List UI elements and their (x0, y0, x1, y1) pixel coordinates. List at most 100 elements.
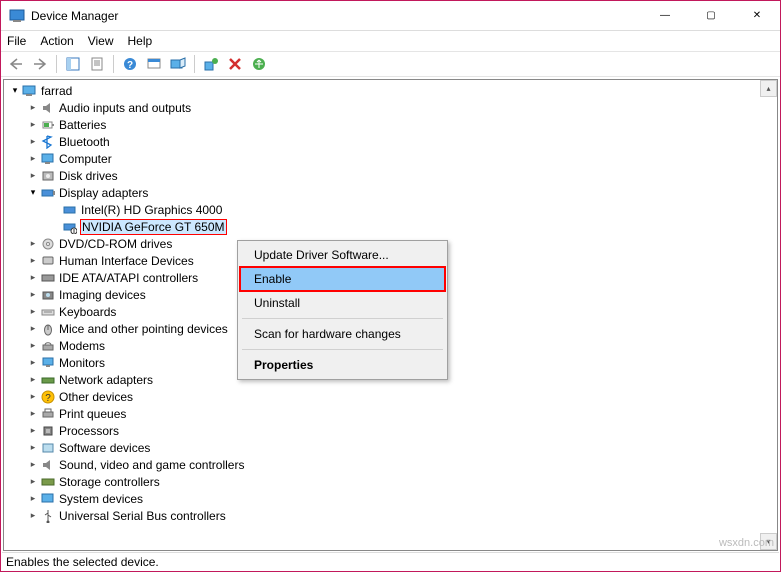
expand-icon[interactable]: ▸ (26, 373, 40, 387)
tree-item[interactable]: ▸ Storage controllers (4, 473, 777, 490)
tree-item-label: Universal Serial Bus controllers (58, 509, 227, 523)
properties-button[interactable] (86, 53, 108, 75)
expand-spacer (48, 220, 62, 234)
audio-icon (40, 100, 56, 116)
scan-hardware-button[interactable] (167, 53, 189, 75)
menu-file[interactable]: File (7, 34, 26, 48)
status-text: Enables the selected device. (6, 555, 159, 569)
tree-item[interactable]: ▸ Bluetooth (4, 133, 777, 150)
display-adapter-icon (62, 202, 78, 218)
expand-icon[interactable]: ▸ (26, 475, 40, 489)
ctx-enable[interactable]: Enable (239, 266, 446, 292)
ctx-scan[interactable]: Scan for hardware changes (240, 322, 445, 346)
tree-item-label: Intel(R) HD Graphics 4000 (80, 203, 223, 217)
svg-text:?: ? (127, 60, 133, 71)
window-title: Device Manager (31, 9, 642, 23)
expand-icon[interactable]: ▸ (26, 288, 40, 302)
enable-device-button[interactable] (200, 53, 222, 75)
keyboard-icon (40, 304, 56, 320)
help-button[interactable]: ? (119, 53, 141, 75)
expand-icon[interactable]: ▸ (26, 424, 40, 438)
tree-item-label: Processors (58, 424, 120, 438)
expand-icon[interactable]: ▸ (26, 407, 40, 421)
expand-icon[interactable]: ▸ (26, 492, 40, 506)
expand-spacer (48, 203, 62, 217)
update-driver-button[interactable] (248, 53, 270, 75)
expand-icon[interactable]: ▸ (26, 101, 40, 115)
tree-root[interactable]: ▾ farrad (4, 82, 777, 99)
other-device-icon: ? (40, 389, 56, 405)
tree-item[interactable]: ▸ Batteries (4, 116, 777, 133)
ctx-separator (242, 349, 443, 350)
expand-icon[interactable]: ▸ (26, 271, 40, 285)
tree-item-label: Keyboards (58, 305, 117, 319)
toolbar-separator (113, 55, 114, 73)
tree-item-intel-gpu[interactable]: Intel(R) HD Graphics 4000 (4, 201, 777, 218)
close-button[interactable]: ✕ (734, 1, 780, 31)
expand-icon[interactable]: ▸ (26, 322, 40, 336)
collapse-icon[interactable]: ▾ (8, 84, 22, 98)
scroll-up-button[interactable]: ▴ (760, 80, 777, 97)
expand-icon[interactable]: ▸ (26, 390, 40, 404)
tree-item[interactable]: ▸ Audio inputs and outputs (4, 99, 777, 116)
expand-icon[interactable]: ▸ (26, 237, 40, 251)
tree-item-label: Print queues (58, 407, 127, 421)
mouse-icon (40, 321, 56, 337)
watermark: wsxdn.com (719, 537, 774, 549)
processor-icon (40, 423, 56, 439)
tree-item[interactable]: ▸ Sound, video and game controllers (4, 456, 777, 473)
tree-item-label: Monitors (58, 356, 106, 370)
bluetooth-icon (40, 134, 56, 150)
expand-icon[interactable]: ▸ (26, 118, 40, 132)
tree-item-label: Display adapters (58, 186, 149, 200)
tree-item[interactable]: ▸ Universal Serial Bus controllers (4, 507, 777, 524)
ctx-uninstall[interactable]: Uninstall (240, 291, 445, 315)
tree-item-label: Human Interface Devices (58, 254, 195, 268)
maximize-button[interactable]: ▢ (688, 1, 734, 31)
action-button[interactable] (143, 53, 165, 75)
expand-icon[interactable]: ▸ (26, 356, 40, 370)
menu-view[interactable]: View (88, 34, 114, 48)
back-button[interactable] (5, 53, 27, 75)
tree-item[interactable]: ▸ System devices (4, 490, 777, 507)
show-hide-tree-button[interactable] (62, 53, 84, 75)
tree-item[interactable]: ▸ Software devices (4, 439, 777, 456)
computer-icon (22, 83, 38, 99)
expand-icon[interactable]: ▸ (26, 458, 40, 472)
expand-icon[interactable]: ▸ (26, 441, 40, 455)
expand-icon[interactable]: ▸ (26, 339, 40, 353)
minimize-button[interactable]: — (642, 1, 688, 31)
uninstall-button[interactable] (224, 53, 246, 75)
expand-icon[interactable]: ▸ (26, 509, 40, 523)
expand-icon[interactable]: ▸ (26, 152, 40, 166)
ide-icon (40, 270, 56, 286)
sound-icon (40, 457, 56, 473)
tree-item[interactable]: ▸ Computer (4, 150, 777, 167)
ctx-properties[interactable]: Properties (240, 353, 445, 377)
tree-item-display-adapters[interactable]: ▾ Display adapters (4, 184, 777, 201)
toolbar: ? (1, 51, 780, 77)
tree-item[interactable]: ▸ ? Other devices (4, 388, 777, 405)
menu-help[interactable]: Help (128, 34, 153, 48)
svg-text:?: ? (45, 393, 51, 404)
toolbar-separator (194, 55, 195, 73)
menu-action[interactable]: Action (40, 34, 73, 48)
monitor-icon (40, 355, 56, 371)
tree-item[interactable]: ▸ Disk drives (4, 167, 777, 184)
tree-item-label: Mice and other pointing devices (58, 322, 229, 336)
expand-icon[interactable]: ▸ (26, 169, 40, 183)
tree-item-nvidia-gpu[interactable]: NVIDIA GeForce GT 650M (4, 218, 777, 235)
disk-icon (40, 168, 56, 184)
collapse-icon[interactable]: ▾ (26, 186, 40, 200)
system-device-icon (40, 491, 56, 507)
tree-item[interactable]: ▸ Print queues (4, 405, 777, 422)
tree-item-label: IDE ATA/ATAPI controllers (58, 271, 199, 285)
forward-button[interactable] (29, 53, 51, 75)
expand-icon[interactable]: ▸ (26, 305, 40, 319)
tree-item-label: Storage controllers (58, 475, 161, 489)
expand-icon[interactable]: ▸ (26, 135, 40, 149)
storage-controller-icon (40, 474, 56, 490)
ctx-update-driver[interactable]: Update Driver Software... (240, 243, 445, 267)
tree-item[interactable]: ▸ Processors (4, 422, 777, 439)
expand-icon[interactable]: ▸ (26, 254, 40, 268)
